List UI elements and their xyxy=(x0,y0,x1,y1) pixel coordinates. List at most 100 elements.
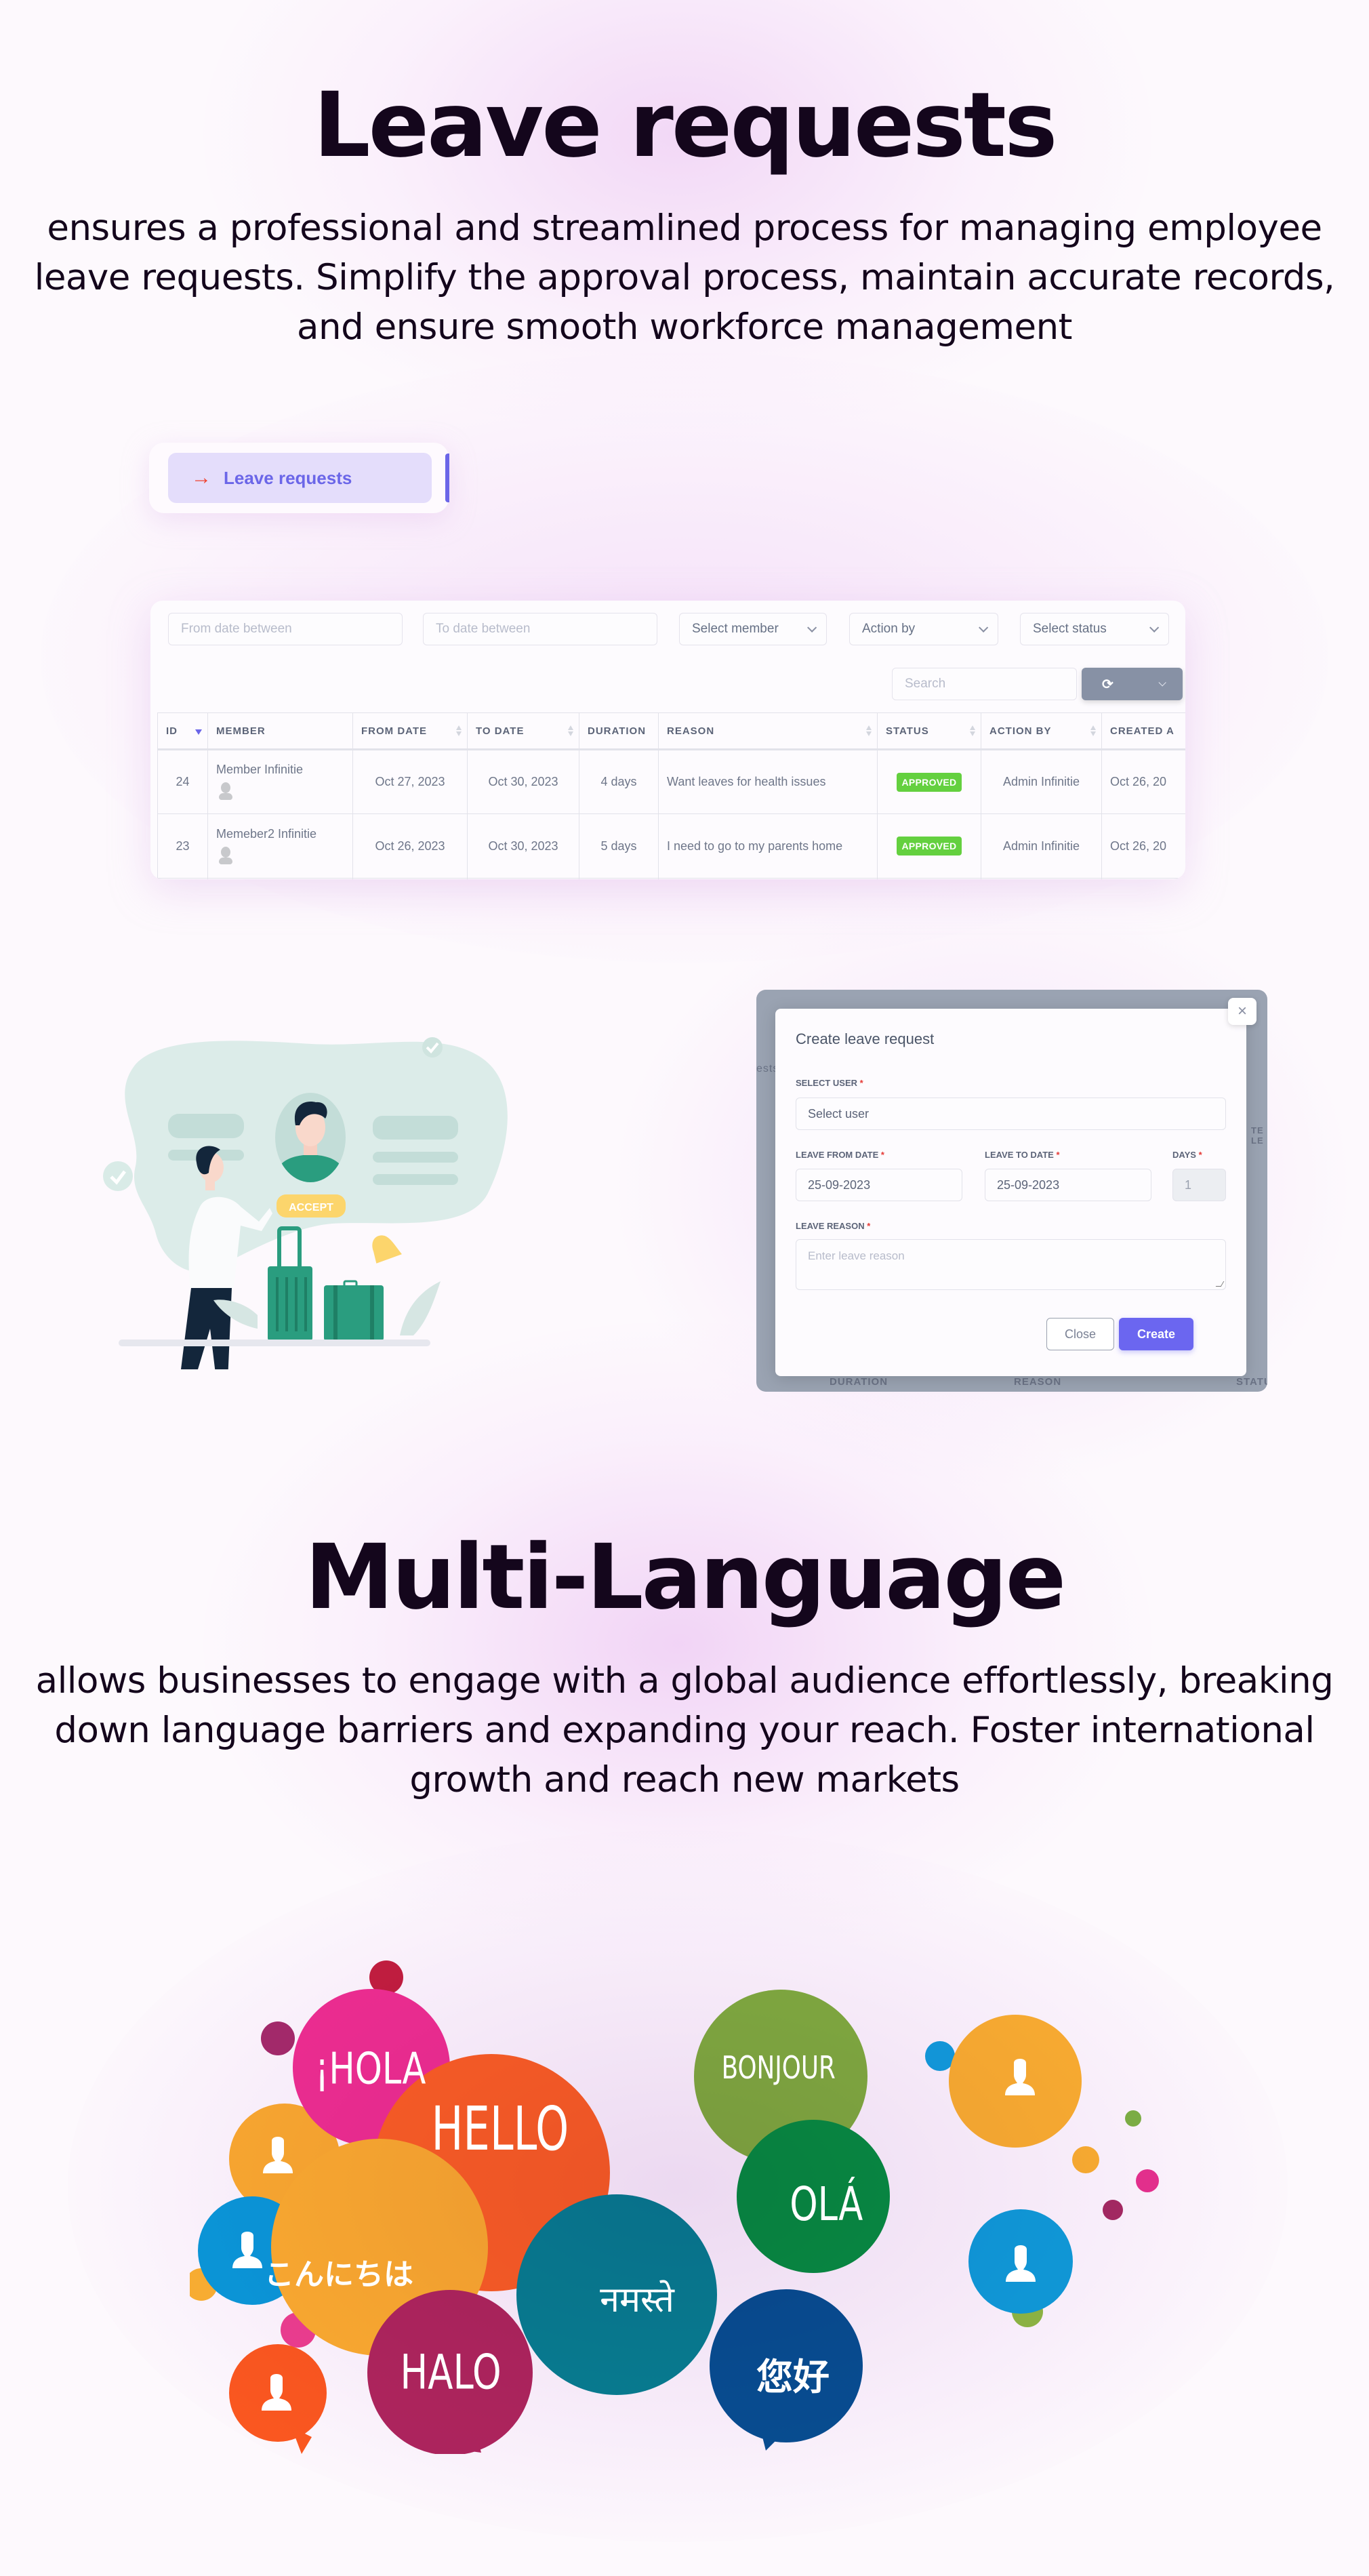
cell-action-by: Admin Infinitie xyxy=(981,749,1102,814)
greeting-halo: HALO xyxy=(400,2345,501,2400)
avatar-placeholder-icon xyxy=(219,782,232,801)
greeting-konnichiwa: こんにちは xyxy=(264,2257,413,2292)
sort-desc-icon xyxy=(195,729,202,735)
chevron-down-icon xyxy=(1158,679,1166,687)
reason-placeholder: Enter leave reason xyxy=(808,1249,905,1262)
greeting-ola: OLÁ xyxy=(790,2177,863,2231)
greeting-hello: HELLO xyxy=(431,2094,569,2165)
column-label: FROM DATE xyxy=(361,725,428,737)
search-placeholder: Search xyxy=(905,677,946,691)
column-label: MEMBER xyxy=(216,725,266,737)
briefcase-icon xyxy=(324,1280,384,1341)
resize-handle-icon[interactable] xyxy=(1215,1281,1225,1287)
greeting-namaste: नमस्ते xyxy=(600,2280,675,2320)
column-header-from-date[interactable]: FROM DATE xyxy=(352,712,468,750)
refresh-icon: ⟳ xyxy=(1102,677,1113,692)
leaf-decoration xyxy=(400,1281,441,1335)
from-date-filter[interactable]: From date between xyxy=(168,613,403,645)
column-header-id[interactable]: ID xyxy=(157,712,208,750)
cell-from-date: Oct 26, 2023 xyxy=(352,813,468,879)
modal-title: Create leave request xyxy=(796,1030,935,1047)
close-button[interactable]: Close xyxy=(1046,1318,1114,1350)
action-by-select[interactable]: Action by xyxy=(849,613,998,645)
sidebar-item-leave-requests[interactable]: → Leave requests xyxy=(168,453,432,503)
dot xyxy=(1072,2146,1099,2173)
table-row[interactable]: 24 Member Infinitie Oct 27, 2023 Oct 30,… xyxy=(157,749,1185,814)
background-glow xyxy=(203,1322,1152,1966)
multi-language-description: allows businesses to engage with a globa… xyxy=(35,1660,1334,1800)
leave-requests-table-card: From date between To date between Select… xyxy=(150,601,1185,879)
column-label: ACTION BY xyxy=(989,725,1052,737)
status-badge: APPROVED xyxy=(896,837,962,856)
cell-to-date: Oct 30, 2023 xyxy=(467,813,579,879)
cell-id: 24 xyxy=(157,749,208,814)
column-label: CREATED A xyxy=(1110,725,1174,737)
accept-button-illustration: ACCEPT xyxy=(277,1194,346,1217)
member-select[interactable]: Select member xyxy=(679,613,827,645)
check-icon-left xyxy=(103,1161,133,1191)
to-date-filter[interactable]: To date between xyxy=(423,613,657,645)
label-text: DAYS xyxy=(1172,1150,1196,1160)
create-button[interactable]: Create xyxy=(1119,1318,1193,1350)
days-field: 1 xyxy=(1172,1169,1226,1201)
cell-reason: I need to go to my parents home xyxy=(658,813,878,879)
action-by-select-label: Action by xyxy=(862,622,916,636)
column-header-member: MEMBER xyxy=(207,712,353,750)
column-header-status[interactable]: STATUS xyxy=(877,712,981,750)
to-date-placeholder: To date between xyxy=(436,622,531,636)
label-text: LEAVE TO DATE xyxy=(985,1150,1054,1160)
chevron-down-icon xyxy=(979,622,989,632)
cell-to-date: Oct 30, 2023 xyxy=(467,749,579,814)
column-label: DURATION xyxy=(588,725,647,737)
search-input[interactable]: Search xyxy=(892,668,1077,700)
days-label: DAYS * xyxy=(1172,1150,1202,1160)
cell-reason: Want leaves for health issues xyxy=(658,749,878,814)
placeholder-line xyxy=(168,1114,244,1138)
multi-language-title: Multi-Language xyxy=(304,1525,1066,1630)
table-row[interactable]: 23 Memeber2 Infinitie Oct 26, 2023 Oct 3… xyxy=(157,813,1185,879)
sort-icon xyxy=(866,725,872,736)
leave-requests-title: Leave requests xyxy=(313,73,1057,178)
dot xyxy=(1103,2200,1123,2220)
required-mark: * xyxy=(859,1078,863,1088)
from-date-placeholder: From date between xyxy=(181,622,292,636)
column-header-duration: DURATION xyxy=(579,712,659,750)
required-mark: * xyxy=(1198,1150,1202,1160)
column-label: ID xyxy=(166,725,178,737)
cell-duration: 4 days xyxy=(579,749,659,814)
leave-to-date-field[interactable]: 25-09-2023 xyxy=(985,1169,1151,1201)
leave-reason-textarea[interactable]: Enter leave reason xyxy=(796,1239,1226,1290)
leave-approval-illustration: ACCEPT xyxy=(103,1037,508,1369)
sidebar-item-label: Leave requests xyxy=(224,467,352,488)
greeting-hola: ¡HOLA xyxy=(315,2043,426,2094)
placeholder-line xyxy=(373,1174,458,1185)
leave-requests-description: ensures a professional and streamlined p… xyxy=(34,207,1335,348)
column-header-reason[interactable]: REASON xyxy=(658,712,878,750)
placeholder-line xyxy=(373,1152,458,1163)
backdrop-text: STATU xyxy=(1236,1376,1267,1388)
leave-reason-label: LEAVE REASON * xyxy=(796,1221,870,1231)
greeting-bonjour: BONJOUR xyxy=(722,2049,836,2086)
cell-action-by: Admin Infinitie xyxy=(981,813,1102,879)
leave-from-date-field[interactable]: 25-09-2023 xyxy=(796,1169,962,1201)
cell-duration: 5 days xyxy=(579,813,659,879)
ground-line xyxy=(119,1340,430,1346)
close-icon[interactable]: × xyxy=(1228,998,1256,1025)
select-user-field[interactable]: Select user xyxy=(796,1098,1226,1130)
column-header-action-by[interactable]: ACTION BY xyxy=(981,712,1102,750)
chevron-down-icon xyxy=(1149,622,1160,632)
column-header-to-date[interactable]: TO DATE xyxy=(467,712,579,750)
column-label: TO DATE xyxy=(476,725,525,737)
greeting-ninhao: 您好 xyxy=(756,2356,830,2398)
member-name: Member Infinitie xyxy=(216,763,304,776)
dot xyxy=(1136,2169,1159,2192)
refresh-button[interactable]: ⟳ xyxy=(1082,668,1183,700)
accept-label: ACCEPT xyxy=(289,1202,333,1213)
dot xyxy=(1125,2110,1141,2127)
cell-created-at: Oct 26, 20 xyxy=(1101,749,1185,814)
status-select[interactable]: Select status xyxy=(1020,613,1169,645)
avatar-placeholder-icon xyxy=(219,846,232,866)
suitcase-icon xyxy=(268,1226,312,1341)
column-header-created-at[interactable]: CREATED A xyxy=(1101,712,1185,750)
label-text: LEAVE FROM DATE xyxy=(796,1150,879,1160)
